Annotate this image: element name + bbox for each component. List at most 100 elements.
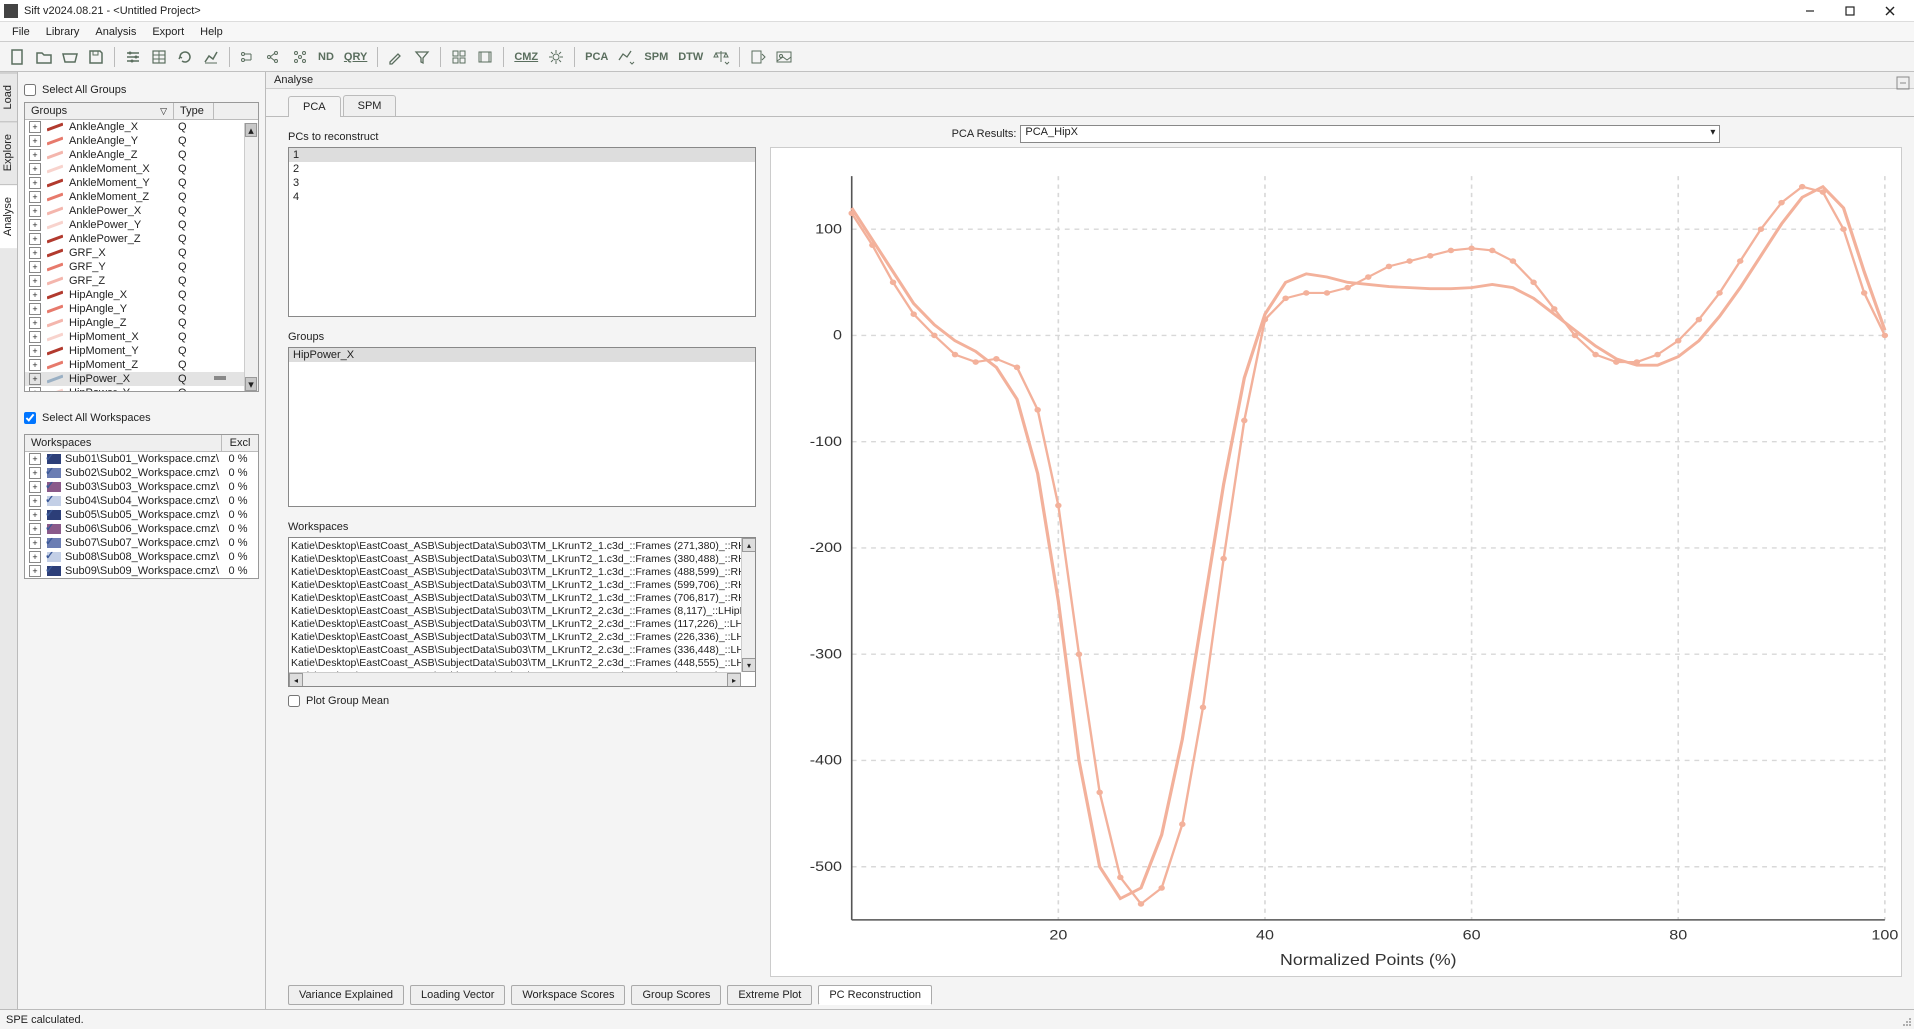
workspaces-table[interactable]: Workspaces Excl + Sub01\Sub01_Workspace.…	[24, 434, 259, 579]
group-row[interactable]: + AnkleMoment_Z Q	[25, 190, 258, 204]
expand-icon[interactable]: +	[29, 359, 41, 371]
spm-button[interactable]: SPM	[640, 51, 672, 63]
group-row[interactable]: + GRF_Z Q	[25, 274, 258, 288]
bottom-tab[interactable]: Extreme Plot	[727, 985, 812, 1005]
funnel-icon[interactable]	[410, 45, 434, 69]
maximize-button[interactable]	[1830, 0, 1870, 22]
workspace-row[interactable]: + Sub01\Sub01_Workspace.cmz\ 0 %	[25, 452, 258, 466]
workspaces-header[interactable]: Workspaces	[25, 435, 222, 451]
branch2-icon[interactable]	[262, 45, 286, 69]
groups-listitem[interactable]: HipPower_X	[289, 348, 755, 362]
workspace-row[interactable]: + Sub08\Sub08_Workspace.cmz\ 0 %	[25, 550, 258, 564]
close-button[interactable]	[1870, 0, 1910, 22]
pca-chart-dropdown-icon[interactable]	[614, 45, 638, 69]
cluster-icon[interactable]	[288, 45, 312, 69]
cmz-button[interactable]: CMZ	[510, 51, 542, 63]
workspace-row[interactable]: + Sub06\Sub06_Workspace.cmz\ 0 %	[25, 522, 258, 536]
group-row[interactable]: + HipMoment_X Q	[25, 330, 258, 344]
expand-icon[interactable]: +	[29, 481, 41, 493]
groups-header[interactable]: Groups▽	[25, 103, 174, 119]
qry-button[interactable]: QRY	[340, 51, 371, 63]
workspace-row[interactable]: + Sub05\Sub05_Workspace.cmz\ 0 %	[25, 508, 258, 522]
plot-group-mean-checkbox[interactable]	[288, 695, 300, 707]
nd-button[interactable]: ND	[314, 51, 338, 63]
workspace-row[interactable]: + Sub02\Sub02_Workspace.cmz\ 0 %	[25, 466, 258, 480]
pca-button[interactable]: PCA	[581, 51, 612, 63]
bottom-tab[interactable]: Loading Vector	[410, 985, 505, 1005]
side-tab-explore[interactable]: Explore	[0, 121, 17, 183]
groups-table[interactable]: Groups▽ Type + AnkleAngle_X Q + AnkleAng…	[24, 102, 259, 392]
expand-icon[interactable]: +	[29, 247, 41, 259]
expand-icon[interactable]: +	[29, 121, 41, 133]
group-row[interactable]: + HipMoment_Y Q	[25, 344, 258, 358]
expand-icon[interactable]: +	[29, 373, 41, 385]
expand-icon[interactable]: +	[29, 565, 41, 577]
expand-icon[interactable]: +	[29, 261, 41, 273]
menu-help[interactable]: Help	[192, 24, 231, 40]
group-row[interactable]: + AnkleAngle_X Q	[25, 120, 258, 134]
workspace-path[interactable]: Katie\Desktop\EastCoast_ASB\SubjectData\…	[291, 618, 741, 631]
expand-icon[interactable]: +	[29, 495, 41, 507]
workspaces-listbox[interactable]: Katie\Desktop\EastCoast_ASB\SubjectData\…	[288, 537, 756, 687]
menu-export[interactable]: Export	[144, 24, 192, 40]
new-icon[interactable]	[6, 45, 30, 69]
branch1-icon[interactable]	[236, 45, 260, 69]
edit-icon[interactable]	[384, 45, 408, 69]
side-tab-load[interactable]: Load	[0, 72, 17, 121]
balance-dropdown-icon[interactable]	[709, 45, 733, 69]
group-row[interactable]: + AnklePower_X Q	[25, 204, 258, 218]
workspace-row[interactable]: + Sub03\Sub03_Workspace.cmz\ 0 %	[25, 480, 258, 494]
tab-pca[interactable]: PCA	[288, 96, 341, 117]
menu-library[interactable]: Library	[38, 24, 88, 40]
workspace-row[interactable]: + Sub09\Sub09_Workspace.cmz\ 0 %	[25, 564, 258, 578]
minimize-button[interactable]	[1790, 0, 1830, 22]
workspace-path[interactable]: Katie\Desktop\EastCoast_ASB\SubjectData\…	[291, 540, 741, 553]
expand-icon[interactable]: +	[29, 149, 41, 161]
film-icon[interactable]	[473, 45, 497, 69]
group-row[interactable]: + HipPower_X Q	[25, 372, 258, 386]
group-row[interactable]: + AnkleMoment_Y Q	[25, 176, 258, 190]
expand-icon[interactable]: +	[29, 387, 41, 392]
group-row[interactable]: + AnkleMoment_X Q	[25, 162, 258, 176]
select-all-groups-checkbox[interactable]	[24, 84, 36, 96]
expand-icon[interactable]: +	[29, 537, 41, 549]
bottom-tab[interactable]: Variance Explained	[288, 985, 404, 1005]
expand-icon[interactable]: +	[29, 303, 41, 315]
pca-results-select[interactable]: PCA_HipX	[1020, 125, 1720, 143]
group-row[interactable]: + HipMoment_Z Q	[25, 358, 258, 372]
ws-vertical-scrollbar[interactable]: ▴ ▾	[741, 538, 755, 672]
pc-item-1[interactable]: 1	[289, 148, 755, 162]
expand-icon[interactable]: +	[29, 467, 41, 479]
excl-header[interactable]: Excl	[222, 435, 258, 451]
pc-item-4[interactable]: 4	[289, 190, 755, 204]
group-row[interactable]: + AnklePower_Y Q	[25, 218, 258, 232]
expand-icon[interactable]: +	[29, 205, 41, 217]
settings-icon[interactable]	[121, 45, 145, 69]
expand-icon[interactable]: +	[29, 177, 41, 189]
workspace-path[interactable]: Katie\Desktop\EastCoast_ASB\SubjectData\…	[291, 579, 741, 592]
chart[interactable]: -500-400-300-200-100010020406080100Norma…	[770, 147, 1902, 977]
workspace-row[interactable]: + Sub07\Sub07_Workspace.cmz\ 0 %	[25, 536, 258, 550]
pc-item-3[interactable]: 3	[289, 176, 755, 190]
gear-icon[interactable]	[544, 45, 568, 69]
workspace-path[interactable]: Katie\Desktop\EastCoast_ASB\SubjectData\…	[291, 605, 741, 618]
bottom-tab[interactable]: PC Reconstruction	[818, 985, 932, 1005]
expand-icon[interactable]: +	[29, 551, 41, 563]
workspace-path[interactable]: Katie\Desktop\EastCoast_ASB\SubjectData\…	[291, 644, 741, 657]
group-row[interactable]: + AnklePower_Z Q	[25, 232, 258, 246]
groups-scrollbar[interactable]: ▴ ▾	[244, 123, 258, 391]
expand-icon[interactable]: +	[29, 135, 41, 147]
image-icon[interactable]	[772, 45, 796, 69]
group-row[interactable]: + GRF_X Q	[25, 246, 258, 260]
expand-icon[interactable]: +	[29, 219, 41, 231]
workspace-path[interactable]: Katie\Desktop\EastCoast_ASB\SubjectData\…	[291, 553, 741, 566]
expand-icon[interactable]: +	[29, 345, 41, 357]
expand-icon[interactable]: +	[29, 453, 41, 465]
group-row[interactable]: + HipPower_Y Q	[25, 386, 258, 392]
ws-horizontal-scrollbar[interactable]: ◂ ▸	[289, 672, 741, 686]
dtw-button[interactable]: DTW	[674, 51, 707, 63]
chart-icon[interactable]	[199, 45, 223, 69]
expand-icon[interactable]: +	[29, 509, 41, 521]
bottom-tab[interactable]: Workspace Scores	[511, 985, 625, 1005]
workspace-row[interactable]: + Sub04\Sub04_Workspace.cmz\ 0 %	[25, 494, 258, 508]
